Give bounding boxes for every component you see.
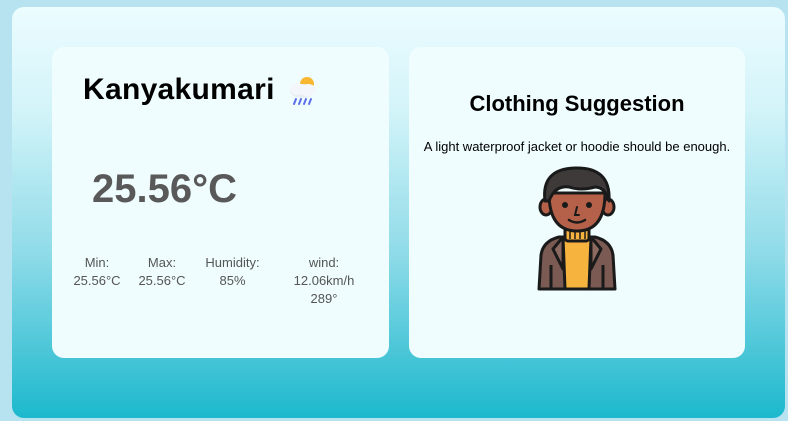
max-temp-value: 25.56°C bbox=[138, 273, 186, 288]
humidity-label: Humidity: bbox=[205, 255, 260, 270]
min-temp-label: Min: bbox=[84, 255, 110, 270]
city-name: Kanyakumari bbox=[83, 73, 275, 106]
wind-stat: wind: 12.06km/h 289° bbox=[289, 254, 359, 308]
wind-speed: 12.06km/h bbox=[293, 273, 355, 288]
wind-label: wind: bbox=[308, 255, 340, 270]
min-temp-value: 25.56°C bbox=[73, 273, 121, 288]
max-temp-stat: Max: 25.56°C bbox=[132, 254, 192, 290]
clothing-suggestion: A light waterproof jacket or hoodie shou… bbox=[423, 139, 731, 154]
humidity-stat: Humidity: 85% bbox=[200, 254, 265, 290]
current-temperature: 25.56°C bbox=[92, 167, 237, 211]
person-in-jacket-icon bbox=[537, 166, 617, 291]
city-header: Kanyakumari bbox=[83, 73, 321, 107]
rain-cloud-sun-icon bbox=[289, 77, 316, 105]
min-temp-stat: Min: 25.56°C bbox=[67, 254, 127, 290]
weather-app: Kanyakumari 25.56°C Min: 25.56°C Max: 25… bbox=[12, 7, 785, 418]
clothing-title: Clothing Suggestion bbox=[469, 91, 685, 116]
weather-card: Kanyakumari 25.56°C Min: 25.56°C Max: 25… bbox=[52, 47, 389, 358]
wind-direction: 289° bbox=[310, 291, 338, 306]
max-temp-label: Max: bbox=[147, 255, 177, 270]
humidity-value: 85% bbox=[219, 273, 246, 288]
clothing-card: Clothing Suggestion A light waterproof j… bbox=[409, 47, 745, 358]
